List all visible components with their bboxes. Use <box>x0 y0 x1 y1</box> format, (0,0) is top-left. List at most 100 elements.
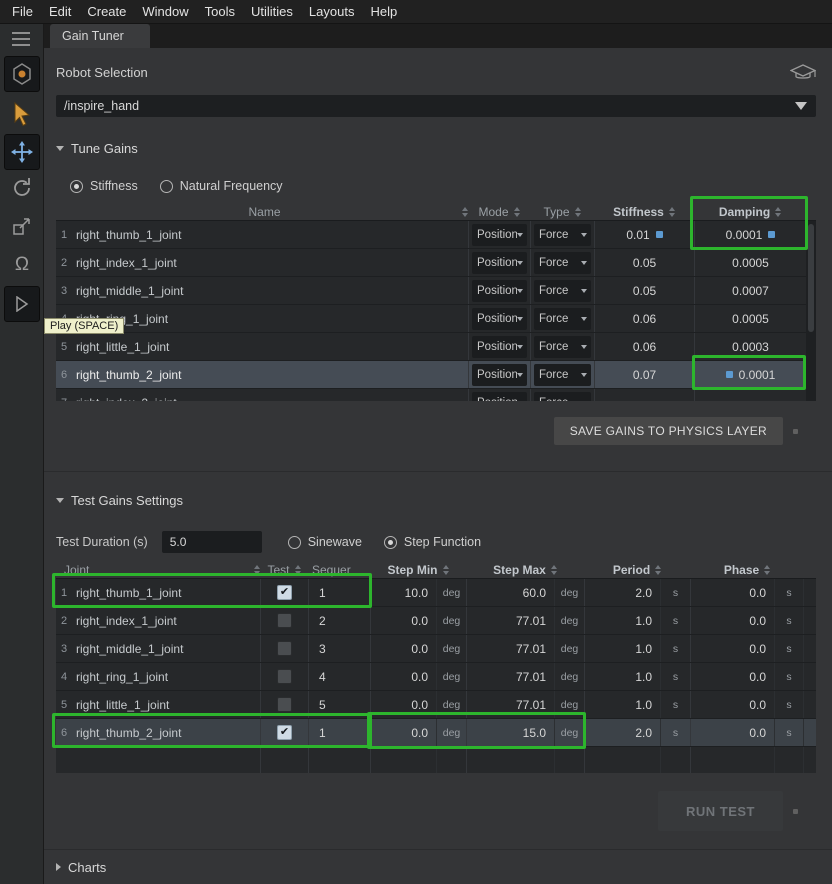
stiffness-field[interactable]: 0.05 <box>594 277 694 304</box>
sort-icon[interactable] <box>551 565 557 575</box>
damping-field[interactable]: 0.0005 <box>694 305 806 332</box>
play-button[interactable] <box>4 286 40 322</box>
column-header-stiffness[interactable]: Stiffness <box>594 205 694 219</box>
test-table-row[interactable]: 4right_ring_1_joint40.0deg77.01deg1.0s0.… <box>56 663 816 691</box>
column-header-name[interactable]: Name <box>72 205 468 219</box>
menu-item-help[interactable]: Help <box>362 0 405 24</box>
test-signal-radio-sinewave[interactable]: Sinewave <box>288 535 362 549</box>
damping-field[interactable]: 0.0007 <box>694 277 806 304</box>
test-checkbox[interactable] <box>277 669 292 684</box>
tune-mode-radio-natural-frequency[interactable]: Natural Frequency <box>160 179 283 193</box>
tutorial-cap-icon[interactable] <box>790 64 816 81</box>
step-min-field[interactable]: 0.0 <box>370 663 436 690</box>
period-field[interactable]: 1.0 <box>584 663 660 690</box>
test-signal-radio-step-function[interactable]: Step Function <box>384 535 481 549</box>
rotate-tool-button[interactable] <box>10 176 34 200</box>
move-tool-button[interactable] <box>4 134 40 170</box>
scrollbar-handle[interactable] <box>808 224 814 332</box>
sort-icon[interactable] <box>575 207 581 217</box>
step-max-field[interactable]: 77.01 <box>466 635 554 662</box>
phase-field[interactable]: 0.0 <box>690 663 774 690</box>
save-gains-button[interactable]: SAVE GAINS TO PHYSICS LAYER <box>554 417 783 445</box>
sequence-field[interactable]: 4 <box>308 663 370 690</box>
test-checkbox[interactable] <box>277 697 292 712</box>
sort-icon[interactable] <box>443 565 449 575</box>
damping-field[interactable]: 0.0005 <box>694 249 806 276</box>
step-min-field[interactable]: 0.0 <box>370 607 436 634</box>
period-field[interactable]: 1.0 <box>584 691 660 718</box>
menu-button[interactable] <box>12 32 30 46</box>
test-table-row[interactable]: 5right_little_1_joint50.0deg77.01deg1.0s… <box>56 691 816 719</box>
phase-field[interactable]: 0.0 <box>690 635 774 662</box>
damping-field[interactable]: 0.0001 <box>694 221 806 248</box>
tune-gains-section-header[interactable]: Tune Gains <box>56 139 816 157</box>
tab-gain-tuner[interactable]: Gain Tuner <box>50 24 150 48</box>
tune-table-row[interactable]: 2right_index_1_jointPositionForce0.050.0… <box>56 249 816 277</box>
sort-icon[interactable] <box>775 207 781 217</box>
period-field[interactable]: 2.0 <box>584 719 660 746</box>
menu-item-file[interactable]: File <box>4 0 41 24</box>
test-gains-section-header[interactable]: Test Gains Settings <box>56 491 816 509</box>
mode-dropdown[interactable]: Position <box>472 224 527 246</box>
sequence-field[interactable]: 3 <box>308 635 370 662</box>
menu-item-utilities[interactable]: Utilities <box>243 0 301 24</box>
sequence-field[interactable]: 2 <box>308 607 370 634</box>
robot-selector-dropdown[interactable]: /inspire_hand <box>56 95 816 117</box>
column-header-phase[interactable]: Phase <box>690 563 804 577</box>
phase-field[interactable]: 0.0 <box>690 607 774 634</box>
column-header-damping[interactable]: Damping <box>694 205 806 219</box>
step-max-field[interactable]: 77.01 <box>466 663 554 690</box>
sequence-field[interactable]: 1 <box>308 579 370 606</box>
tune-table-row[interactable]: 1right_thumb_1_jointPositionForce0.010.0… <box>56 221 816 249</box>
tune-table-scrollbar[interactable] <box>806 221 816 401</box>
step-min-field[interactable]: 0.0 <box>370 635 436 662</box>
stiffness-field[interactable]: 0.06 <box>594 333 694 360</box>
stiffness-field[interactable] <box>594 389 694 401</box>
tune-table-row[interactable]: 3right_middle_1_jointPositionForce0.050.… <box>56 277 816 305</box>
test-table-row[interactable]: 6right_thumb_2_joint10.0deg15.0deg2.0s0.… <box>56 719 816 747</box>
test-table-row[interactable]: 1right_thumb_1_joint110.0deg60.0deg2.0s0… <box>56 579 816 607</box>
sort-icon[interactable] <box>295 565 301 575</box>
sort-icon[interactable] <box>655 565 661 575</box>
mode-dropdown[interactable]: Position <box>472 392 527 402</box>
sort-icon[interactable] <box>764 565 770 575</box>
step-max-field[interactable]: 77.01 <box>466 691 554 718</box>
damping-field[interactable]: 0.0003 <box>694 333 806 360</box>
sort-icon[interactable] <box>514 207 520 217</box>
type-dropdown[interactable]: Force <box>534 252 591 274</box>
column-header-sequence[interactable]: Sequer <box>308 563 370 577</box>
stiffness-field[interactable]: 0.06 <box>594 305 694 332</box>
tune-table-row[interactable]: 7right_index_2_jointPositionForce <box>56 389 816 401</box>
step-max-field[interactable]: 77.01 <box>466 607 554 634</box>
reset-indicator[interactable] <box>793 429 798 434</box>
mode-dropdown[interactable]: Position <box>472 252 527 274</box>
stiffness-field[interactable]: 0.05 <box>594 249 694 276</box>
column-header-type[interactable]: Type <box>530 205 594 219</box>
period-field[interactable]: 1.0 <box>584 607 660 634</box>
tune-table-row[interactable]: 5right_little_1_jointPositionForce0.060.… <box>56 333 816 361</box>
phase-field[interactable]: 0.0 <box>690 691 774 718</box>
tune-table-row[interactable]: 6right_thumb_2_jointPositionForce0.070.0… <box>56 361 816 389</box>
type-dropdown[interactable]: Force <box>534 336 591 358</box>
mode-dropdown[interactable]: Position <box>472 336 527 358</box>
sequence-field[interactable]: 5 <box>308 691 370 718</box>
type-dropdown[interactable]: Force <box>534 308 591 330</box>
robot-assembler-button[interactable] <box>4 56 40 92</box>
type-dropdown[interactable]: Force <box>534 364 591 386</box>
test-checkbox[interactable] <box>277 613 292 628</box>
damping-field[interactable]: 0.0001 <box>694 361 806 388</box>
step-min-field[interactable]: 0.0 <box>370 719 436 746</box>
mode-dropdown[interactable]: Position <box>472 364 527 386</box>
phase-field[interactable]: 0.0 <box>690 719 774 746</box>
menu-item-window[interactable]: Window <box>134 0 196 24</box>
column-header-joint[interactable]: Joint <box>56 563 260 577</box>
scale-tool-button[interactable] <box>10 214 34 238</box>
sequence-field[interactable]: 1 <box>308 719 370 746</box>
tune-table-row[interactable]: 4right_ring_1_jointPositionForce0.060.00… <box>56 305 816 333</box>
step-max-field[interactable]: 15.0 <box>466 719 554 746</box>
menu-item-tools[interactable]: Tools <box>197 0 243 24</box>
type-dropdown[interactable]: Force <box>534 280 591 302</box>
stiffness-field[interactable]: 0.07 <box>594 361 694 388</box>
snap-tool-button[interactable]: Ω <box>10 252 34 276</box>
menu-item-layouts[interactable]: Layouts <box>301 0 363 24</box>
